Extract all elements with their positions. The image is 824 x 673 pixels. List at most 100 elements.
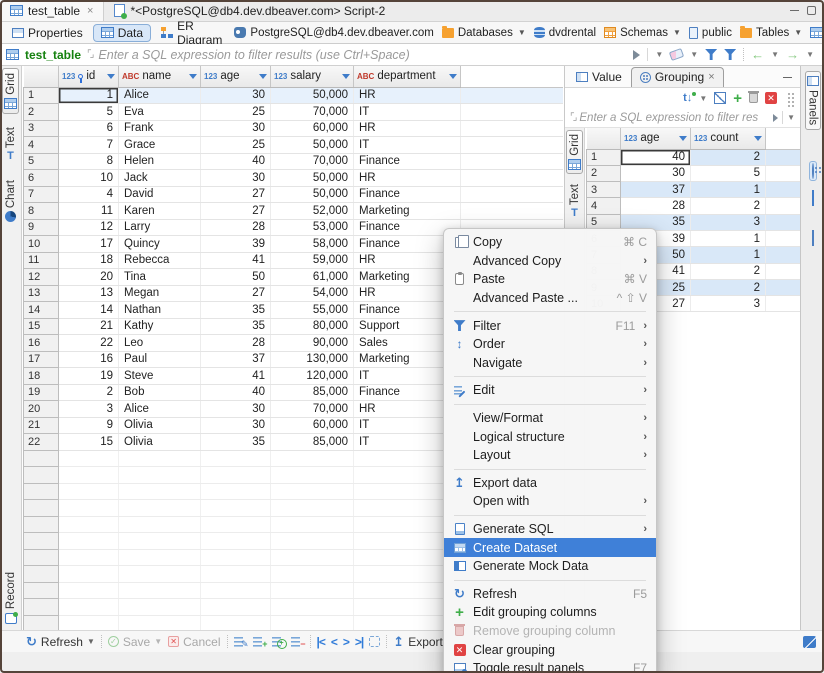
cell[interactable]: 25	[201, 137, 271, 154]
row-header[interactable]: 9	[24, 219, 59, 236]
cell[interactable]: 11	[59, 203, 119, 220]
row-header[interactable]: 6	[24, 170, 59, 187]
row-header[interactable]	[24, 615, 59, 630]
presentation-tab-chart[interactable]: Chart	[3, 175, 19, 227]
cell[interactable]: 15	[59, 434, 119, 451]
cell[interactable]: 61,000	[271, 269, 354, 286]
menu-item-logical-structure[interactable]: Logical structure›	[444, 427, 656, 446]
menu-item-open-with[interactable]: Open with›	[444, 492, 656, 511]
cell[interactable]: HR	[354, 120, 461, 137]
row-header[interactable]: 4	[587, 198, 621, 214]
row-header[interactable]: 11	[24, 252, 59, 269]
menu-item-advanced-copy[interactable]: Advanced Copy›	[444, 252, 656, 271]
cell[interactable]: 12	[59, 219, 119, 236]
row-header[interactable]: 15	[24, 318, 59, 335]
column-menu-icon[interactable]	[189, 74, 197, 79]
close-icon[interactable]: ×	[708, 71, 714, 83]
row-header[interactable]	[24, 516, 59, 533]
cell[interactable]: 39	[201, 236, 271, 253]
fetch-all-icon[interactable]	[369, 636, 380, 647]
cell[interactable]: Leo	[119, 335, 201, 352]
cell[interactable]: IT	[354, 104, 461, 121]
delete-row-icon[interactable]	[291, 636, 304, 647]
editor-tab-script[interactable]: *<PostgreSQL@db4.dev.dbeaver.com> Script…	[104, 0, 395, 21]
cell[interactable]: 90,000	[271, 335, 354, 352]
cell[interactable]: 37	[201, 351, 271, 368]
cell[interactable]: 41	[201, 368, 271, 385]
column-menu-icon[interactable]	[449, 74, 457, 79]
cell[interactable]: Karen	[119, 203, 201, 220]
cell[interactable]: 1	[691, 247, 766, 263]
cell[interactable]: 22	[59, 335, 119, 352]
cell[interactable]: 40	[201, 384, 271, 401]
menu-item-filter[interactable]: FilterF11›	[444, 316, 656, 335]
cell[interactable]: Frank	[119, 120, 201, 137]
clear-grouping-icon[interactable]: ✕	[765, 92, 777, 104]
cell[interactable]: 5	[691, 165, 766, 181]
cell[interactable]: IT	[354, 137, 461, 154]
cell[interactable]: Grace	[119, 137, 201, 154]
cell[interactable]: 21	[59, 318, 119, 335]
cell[interactable]: Megan	[119, 285, 201, 302]
grid-corner[interactable]	[587, 128, 621, 149]
cell[interactable]: Alice	[119, 401, 201, 418]
cell[interactable]: 7	[59, 137, 119, 154]
panels-tab[interactable]: Panels	[805, 71, 821, 130]
cell[interactable]: 27	[201, 203, 271, 220]
refresh-button[interactable]: ↻ Refresh ▼	[26, 635, 95, 649]
cell[interactable]: 1	[691, 182, 766, 198]
cell[interactable]: 54,000	[271, 285, 354, 302]
cell[interactable]: 30	[201, 87, 271, 104]
cell[interactable]: 5	[59, 104, 119, 121]
filters-icon[interactable]	[724, 49, 736, 60]
cell[interactable]: Nathan	[119, 302, 201, 319]
apply-filter-icon[interactable]	[633, 50, 640, 60]
column-header-age[interactable]: 123age	[621, 128, 691, 149]
row-header[interactable]: 8	[24, 203, 59, 220]
history-forward-icon[interactable]: →	[786, 48, 799, 61]
row-header[interactable]: 20	[24, 401, 59, 418]
menu-item-paste[interactable]: Paste⌘ V	[444, 270, 656, 289]
first-row-icon[interactable]: |<	[317, 635, 325, 649]
sql-filter-input[interactable]	[98, 48, 627, 62]
cell[interactable]: 70,000	[271, 104, 354, 121]
cell[interactable]: 2	[691, 263, 766, 279]
cell[interactable]: 3	[691, 296, 766, 312]
row-header[interactable]	[24, 599, 59, 616]
breadcrumb-item[interactable]: PostgreSQL@db4.dev.dbeaver.com	[232, 27, 435, 39]
panel-tab-value[interactable]: Value	[567, 67, 631, 87]
cell[interactable]: Olivia	[119, 417, 201, 434]
grid-corner[interactable]	[24, 66, 59, 87]
cell[interactable]: 37	[621, 182, 691, 198]
show-duplicates-icon[interactable]	[714, 92, 726, 104]
cell[interactable]: Quincy	[119, 236, 201, 253]
cell[interactable]: 40	[621, 149, 691, 165]
cell[interactable]: Rebecca	[119, 252, 201, 269]
cell[interactable]: Steve	[119, 368, 201, 385]
row-header[interactable]: 10	[24, 236, 59, 253]
breadcrumb-item[interactable]: Databases▼	[440, 27, 528, 39]
value-viewer-panel-icon[interactable]	[809, 228, 817, 248]
menu-item-clear-grouping[interactable]: ✕Clear grouping	[444, 640, 656, 659]
chevron-down-icon[interactable]: ▼	[690, 50, 698, 59]
cell[interactable]: 130,000	[271, 351, 354, 368]
cell[interactable]: 53,000	[271, 219, 354, 236]
cell[interactable]: 85,000	[271, 434, 354, 451]
more-options-icon[interactable]	[788, 97, 790, 99]
cell[interactable]: 30	[201, 417, 271, 434]
row-header[interactable]: 22	[24, 434, 59, 451]
cell[interactable]: Olivia	[119, 434, 201, 451]
row-header[interactable]	[24, 500, 59, 517]
menu-item-toggle-result-panels[interactable]: Toggle result panelsF7	[444, 659, 656, 673]
presentation-tab-text[interactable]: Text T	[3, 122, 19, 167]
chevron-down-icon[interactable]: ▼	[699, 94, 707, 103]
cell[interactable]: 4	[59, 186, 119, 203]
cell[interactable]: Finance	[354, 186, 461, 203]
chart-panel-icon[interactable]	[809, 215, 817, 221]
cell[interactable]: 9	[59, 417, 119, 434]
cell[interactable]: 30	[621, 165, 691, 181]
cell[interactable]: 2	[691, 198, 766, 214]
calc-panel-icon[interactable]	[809, 148, 817, 154]
cell[interactable]: Kathy	[119, 318, 201, 335]
cell[interactable]: 80,000	[271, 318, 354, 335]
